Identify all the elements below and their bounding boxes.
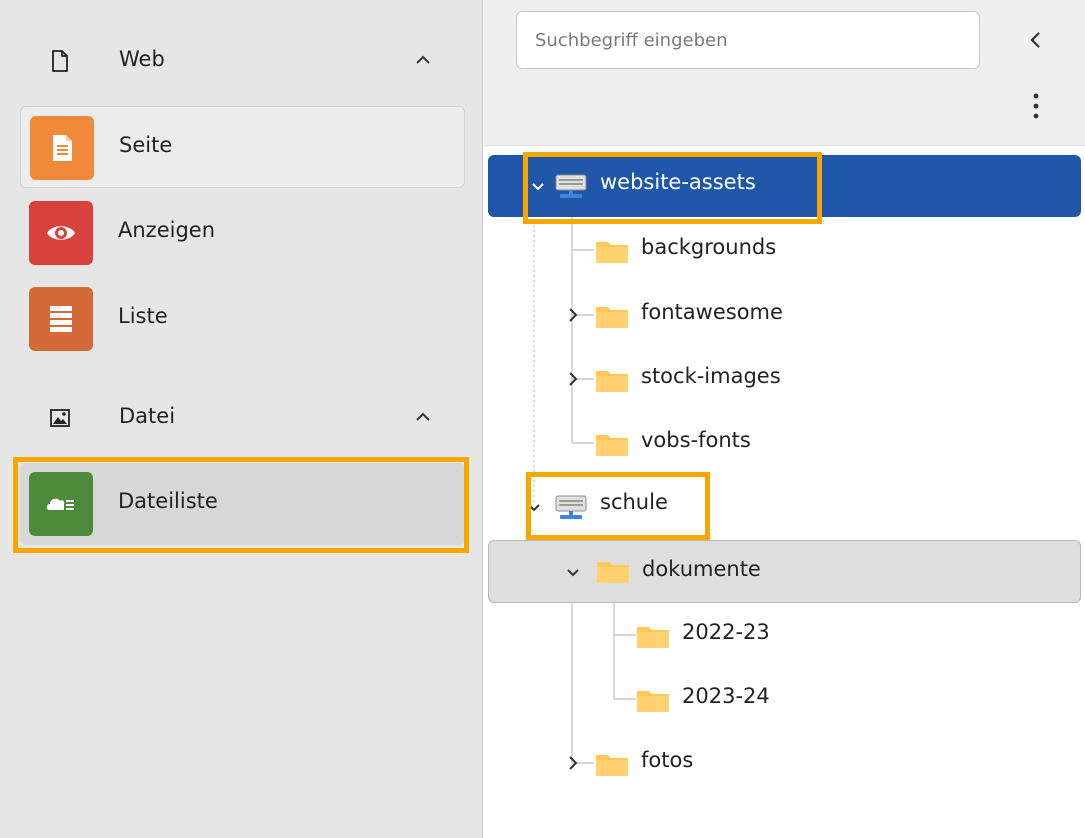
chevron-right-icon[interactable]: [563, 369, 583, 389]
folder-icon: [595, 753, 629, 781]
module-item-label: Dateiliste: [118, 489, 218, 513]
tree-node-label: fontawesome: [641, 300, 783, 324]
module-item-anzeigen[interactable]: Anzeigen: [20, 192, 465, 274]
tree-node-label: dokumente: [642, 557, 761, 581]
tree-node-schule[interactable]: schule: [484, 475, 1085, 535]
folder-icon: [636, 625, 670, 653]
tree-node-label: fotos: [641, 748, 694, 772]
folder-open-icon: [596, 560, 630, 588]
tree-node-fotos[interactable]: fotos: [484, 733, 1085, 793]
tree-node-website-assets[interactable]: website-assets: [488, 155, 1081, 217]
document-icon: [30, 116, 94, 180]
module-item-dateiliste[interactable]: Dateiliste: [20, 463, 465, 545]
module-group-label: Datei: [119, 404, 176, 428]
tree-node-label: website-assets: [600, 170, 756, 194]
module-group-datei[interactable]: Datei: [20, 390, 465, 446]
tree-node-label: vobs-fonts: [641, 428, 751, 452]
chevron-down-icon[interactable]: [563, 562, 583, 582]
tree-node-backgrounds[interactable]: backgrounds: [484, 220, 1085, 280]
storage-server-icon: [554, 172, 588, 204]
folder-icon: [595, 433, 629, 461]
folder-icon: [595, 240, 629, 268]
chevron-down-icon[interactable]: [528, 176, 548, 196]
tree-node-fontawesome[interactable]: fontawesome: [484, 285, 1085, 345]
folder-icon: [595, 369, 629, 397]
module-item-seite[interactable]: Seite: [20, 106, 465, 188]
tree-node-2022-23[interactable]: 2022-23: [484, 605, 1085, 665]
module-group-web[interactable]: Web: [20, 33, 465, 89]
list-icon: [29, 287, 93, 351]
cloud-files-icon: [29, 472, 93, 536]
tree-node-label: 2022-23: [682, 620, 770, 644]
tree-node-label: stock-images: [641, 364, 781, 388]
chevron-up-icon[interactable]: [410, 47, 436, 73]
module-item-liste[interactable]: Liste: [20, 278, 465, 360]
eye-icon: [29, 201, 93, 265]
folder-icon: [636, 689, 670, 717]
chevron-up-icon[interactable]: [410, 404, 436, 430]
tree-node-stock-images[interactable]: stock-images: [484, 349, 1085, 409]
tree-node-vobs-fonts[interactable]: vobs-fonts: [484, 413, 1085, 473]
chevron-down-icon[interactable]: [524, 497, 544, 517]
storage-server-icon: [554, 493, 588, 525]
module-item-label: Anzeigen: [118, 218, 216, 242]
tree-node-2023-24[interactable]: 2023-24: [484, 669, 1085, 729]
module-item-label: Liste: [118, 304, 168, 328]
tree-node-label: backgrounds: [641, 235, 777, 259]
tree-node-dokumente[interactable]: dokumente: [488, 540, 1081, 603]
tree-node-label: schule: [600, 490, 668, 514]
chevron-right-icon[interactable]: [563, 753, 583, 773]
tree-node-label: 2023-24: [682, 684, 770, 708]
module-item-label: Seite: [119, 133, 173, 157]
module-menu: Web Seite Anzeigen Liste Datei Dateilist…: [0, 0, 483, 838]
page-outline-icon: [48, 49, 72, 73]
file-tree-panel: website-assets backgrounds fontawesome: [484, 0, 1085, 838]
module-group-label: Web: [119, 47, 165, 71]
image-icon: [48, 406, 72, 430]
chevron-right-icon[interactable]: [563, 305, 583, 325]
folder-icon: [595, 305, 629, 333]
app-window: Web Seite Anzeigen Liste Datei Dateilist…: [0, 0, 1085, 838]
